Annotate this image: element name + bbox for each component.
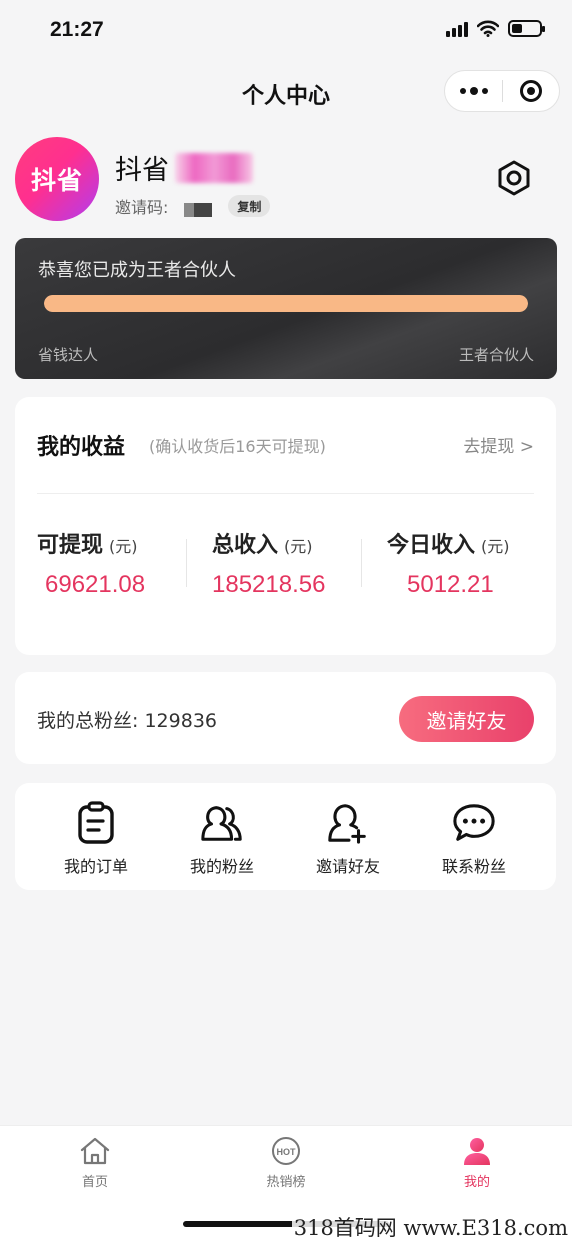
total-fans-separator: : [132,710,145,732]
withdrawable-value: 69621.08 [45,571,146,598]
fans-card: 我的总粉丝: 129836 邀请好友 [15,672,556,764]
nav-bar: 个人中心 [0,62,572,122]
menu-item-invite-friends[interactable]: 邀请好友 [293,801,403,877]
column-divider [361,539,362,587]
battery-icon [508,20,545,37]
total-fans-row: 我的总粉丝: 129836 [37,706,217,733]
earnings-title: 我的收益 [37,435,126,460]
watermark: 318首码网 www.E318.com [291,1212,570,1238]
status-time: 21:27 [50,18,104,41]
menu-label: 我的订单 [63,857,128,876]
earnings-total: 总收入 (元) 185218.56 [212,527,382,599]
order-icon [74,801,118,845]
quick-menu: 我的订单 我的粉丝 邀请好友 联系粉丝 [15,783,556,890]
user-icon [460,1134,494,1168]
copy-button[interactable]: 复制 [228,195,271,217]
vip-progress-bar [44,295,528,312]
username-row: 抖省 [115,148,253,187]
status-icons [446,20,545,37]
withdraw-link[interactable]: 去提现 > [463,432,534,457]
hot-badge-text: HOT [277,1147,297,1157]
total-income-value: 185218.56 [212,571,326,598]
settings-icon[interactable] [492,156,536,200]
vip-level-end: 王者合伙人 [458,346,534,364]
earnings-card: 我的收益 (确认收货后16天可提现) 去提现 > 可提现 (元) 69621.08… [15,397,556,655]
tab-mine[interactable]: 我的 [427,1134,527,1190]
avatar[interactable]: 抖省 [15,137,99,221]
signal-icon [446,21,468,37]
wifi-icon [477,20,499,37]
home-icon [78,1134,112,1168]
profile-header: 抖省 抖省 邀请码: 复制 [0,122,572,242]
earnings-today: 今日收入 (元) 5012.21 [387,527,557,599]
menu-label: 联系粉丝 [441,857,506,876]
vip-title: 恭喜您已成为王者合伙人 [38,260,236,281]
withdrawable-label: 可提现 [37,533,104,558]
more-icon[interactable] [445,71,502,111]
menu-item-my-orders[interactable]: 我的订单 [41,801,151,877]
earnings-note: (确认收货后16天可提现) [149,437,326,456]
tab-label: 我的 [463,1175,490,1190]
tab-hot-list[interactable]: HOT 热销榜 [236,1134,336,1190]
unit-label: (元) [481,537,510,556]
total-fans-count: 129836 [144,710,217,732]
hot-icon: HOT [269,1134,303,1168]
vip-level-start: 省钱达人 [38,346,99,364]
bottom-tab-bar: 首页 HOT 热销榜 我的 318首码网 www.E318.com [0,1125,572,1238]
mini-program-capsule [444,70,560,112]
total-income-label: 总收入 [212,533,279,558]
tab-home[interactable]: 首页 [45,1134,145,1190]
menu-label: 邀请好友 [315,857,380,876]
invite-code-label: 邀请码: [115,198,169,217]
unit-label: (元) [109,537,138,556]
avatar-text: 抖省 [30,166,83,195]
unit-label: (元) [284,537,313,556]
vip-progress-fill [44,295,528,312]
divider [37,493,534,494]
earnings-withdrawable: 可提现 (元) 69621.08 [37,527,207,599]
fans-icon [200,801,244,845]
menu-label: 我的粉丝 [189,857,254,876]
menu-item-my-fans[interactable]: 我的粉丝 [167,801,277,877]
tab-label: 热销榜 [266,1175,306,1190]
username-masked [175,152,253,183]
invite-friends-button[interactable]: 邀请好友 [399,696,534,742]
add-user-icon [326,801,370,845]
close-miniprogram-icon[interactable] [503,71,559,111]
vip-level-card: 恭喜您已成为王者合伙人 省钱达人 王者合伙人 [15,238,557,379]
username: 抖省 [115,155,169,186]
column-divider [186,539,187,587]
invite-code-row: 邀请码: 复制 [115,194,271,218]
status-bar: 21:27 [0,0,572,62]
invite-code-masked [184,203,213,217]
today-income-label: 今日收入 [387,533,476,558]
chat-icon [452,801,496,845]
menu-item-contact-fans[interactable]: 联系粉丝 [419,801,529,877]
total-fans-label: 我的总粉丝 [37,710,133,732]
tab-label: 首页 [81,1175,108,1190]
today-income-value: 5012.21 [407,571,494,598]
